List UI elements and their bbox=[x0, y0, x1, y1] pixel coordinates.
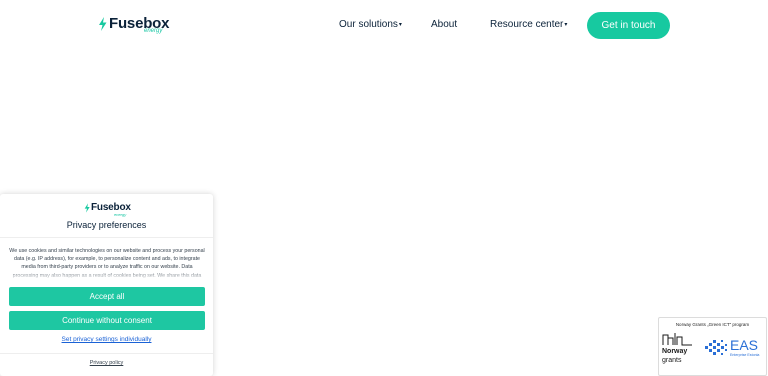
divider bbox=[0, 353, 213, 354]
eas-logo-icon bbox=[705, 340, 727, 355]
continue-without-consent-button[interactable]: Continue without consent bbox=[9, 311, 205, 330]
privacy-dialog: Fusebox energy Privacy preferences We us… bbox=[0, 194, 213, 376]
accept-all-button[interactable]: Accept all bbox=[9, 287, 205, 306]
nav-about[interactable]: About bbox=[431, 19, 457, 30]
nav-label: Our solutions bbox=[339, 19, 398, 30]
norway-label: Norway bbox=[662, 348, 688, 355]
lightning-bolt-icon bbox=[84, 203, 90, 213]
lightning-bolt-icon bbox=[99, 17, 107, 31]
dialog-logo: Fusebox energy bbox=[84, 202, 131, 217]
chevron-down-icon: ▾ bbox=[398, 22, 402, 28]
eas-subtitle: Enterprise Estonia bbox=[730, 353, 760, 357]
brand-subtitle: energy bbox=[144, 28, 163, 34]
grants-label: grants bbox=[662, 357, 682, 364]
eas-label: EAS bbox=[730, 337, 759, 353]
norway-grants-badge: Norway Grants „Green ICT" program Norway… bbox=[658, 317, 767, 376]
dialog-title: Privacy preferences bbox=[66, 220, 147, 230]
norway-grants-logo-icon bbox=[662, 333, 692, 346]
grants-title: Norway Grants „Green ICT" program bbox=[675, 322, 750, 327]
divider bbox=[0, 237, 213, 238]
text-fade bbox=[8, 270, 206, 280]
dialog-brand-subtitle: energy bbox=[114, 212, 127, 217]
nav-label: Resource center bbox=[490, 19, 564, 30]
fusebox-logo[interactable]: Fusebox energy bbox=[98, 15, 169, 34]
get-in-touch-button[interactable]: Get in touch bbox=[587, 12, 670, 39]
nav-resource-center[interactable]: Resource center ▾ bbox=[490, 19, 567, 30]
privacy-settings-link[interactable]: Set privacy settings individually bbox=[0, 336, 213, 343]
privacy-policy-link[interactable]: Privacy policy bbox=[0, 360, 213, 366]
chevron-down-icon: ▾ bbox=[564, 22, 568, 28]
nav-our-solutions[interactable]: Our solutions ▾ bbox=[339, 19, 402, 30]
nav-label: About bbox=[431, 19, 458, 30]
